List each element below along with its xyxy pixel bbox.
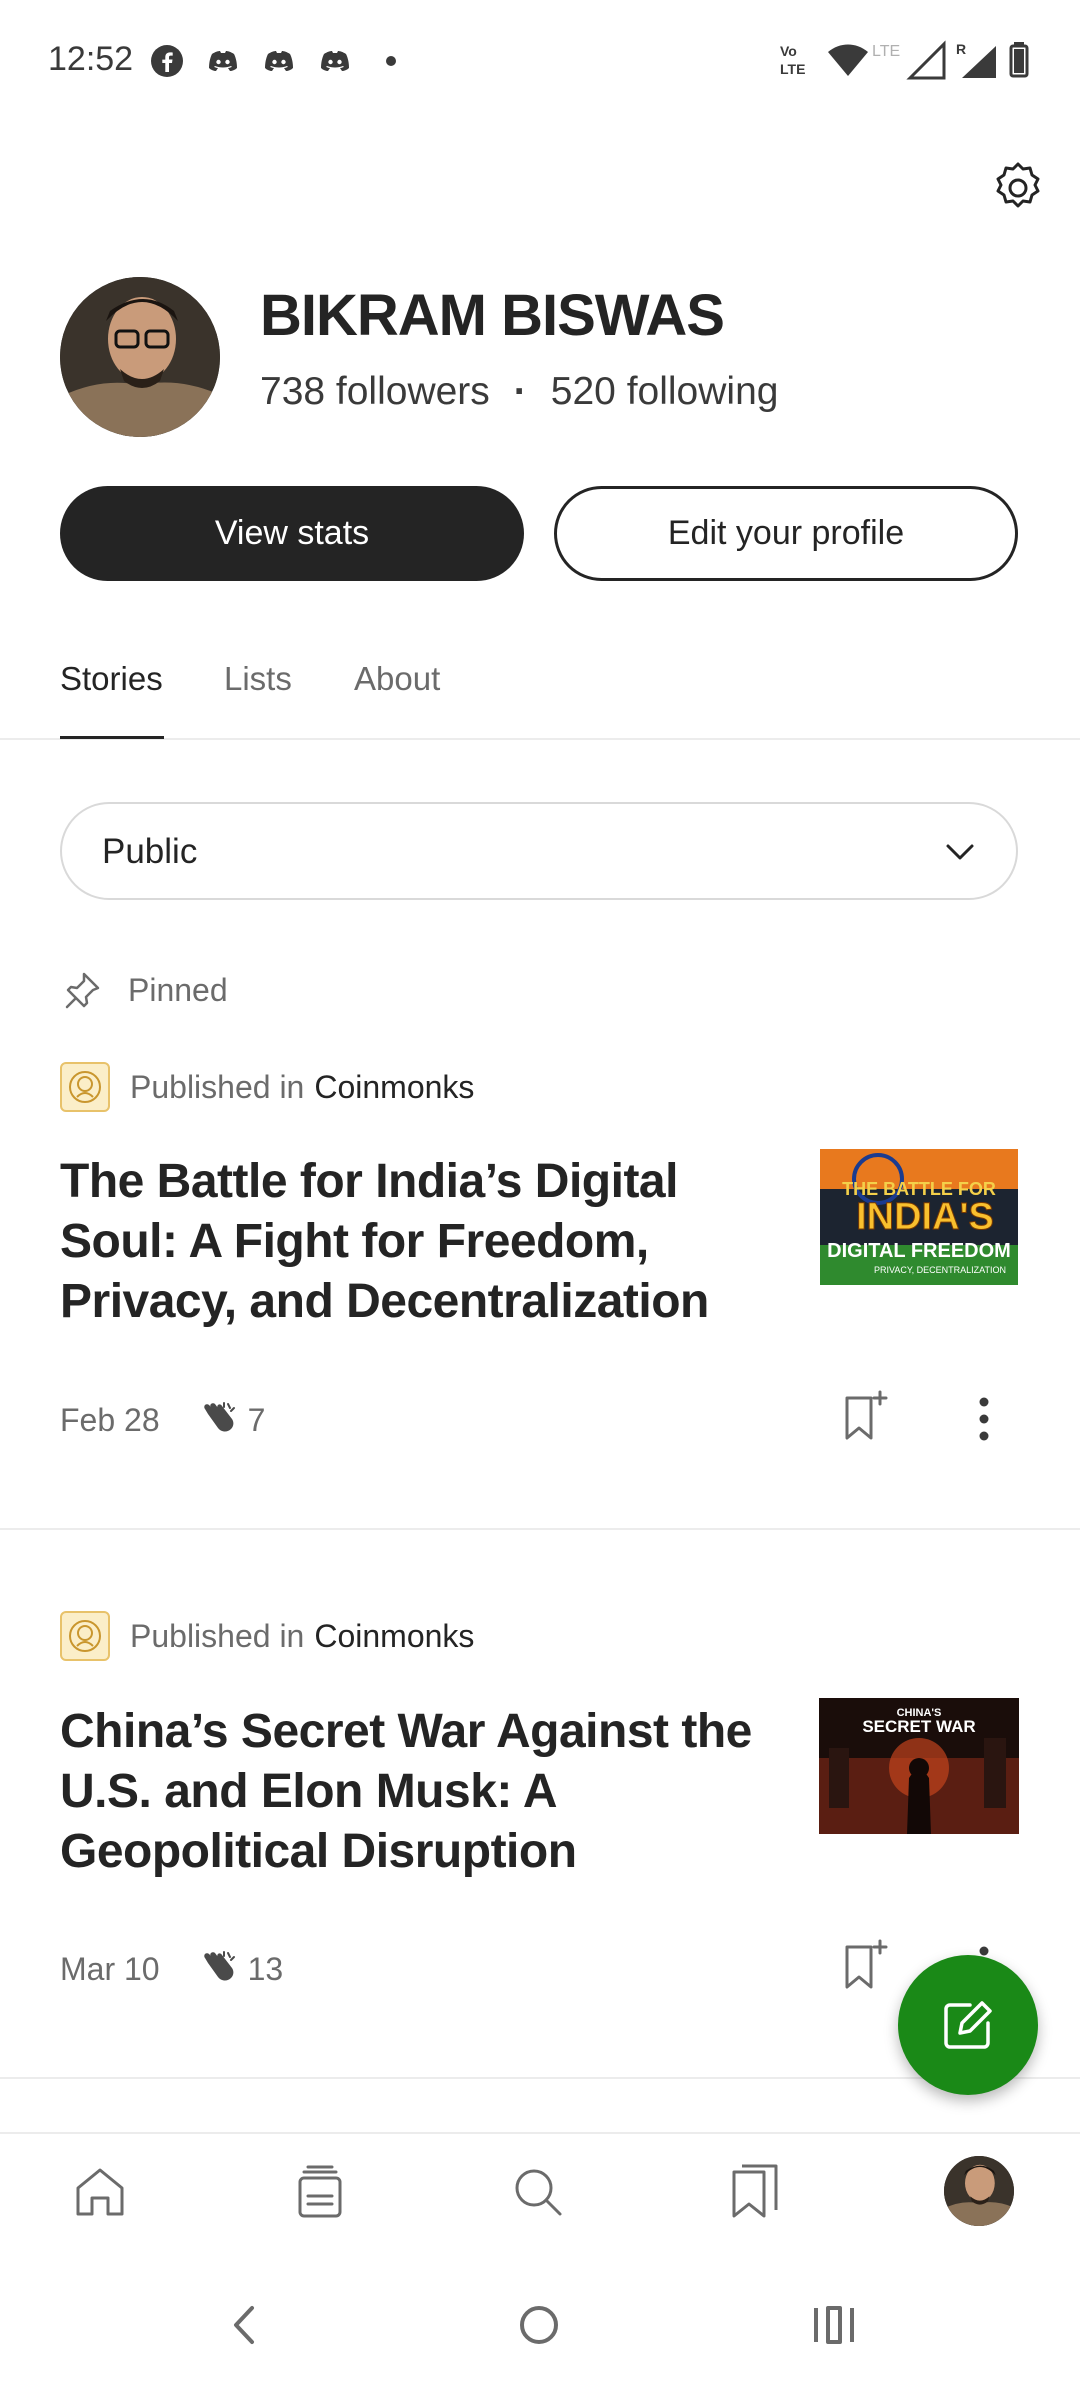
discord-icon bbox=[321, 51, 349, 71]
pin-icon bbox=[65, 972, 100, 1009]
story-divider bbox=[0, 1528, 1080, 1530]
bookmark-add-icon[interactable] bbox=[842, 1939, 890, 1991]
compose-icon bbox=[944, 2001, 992, 2049]
coinmonks-logo bbox=[60, 1062, 110, 1112]
pinned-indicator: Pinned bbox=[60, 968, 228, 1012]
following-feed-icon[interactable] bbox=[290, 2162, 350, 2222]
discord-icon bbox=[209, 51, 237, 71]
tab-lists[interactable]: Lists bbox=[224, 660, 292, 698]
profile-name: BIKRAM BISWAS bbox=[260, 283, 725, 348]
story-meta: Feb 28 7 bbox=[60, 1395, 265, 1445]
view-stats-button[interactable]: View stats bbox=[60, 486, 524, 581]
write-story-button[interactable] bbox=[898, 1955, 1038, 2095]
wifi-icon bbox=[828, 44, 868, 76]
lte-label-icon: LTE bbox=[872, 43, 900, 60]
follow-separator: · bbox=[513, 370, 527, 413]
clap-icon bbox=[203, 1951, 235, 1981]
profile-photo bbox=[60, 277, 220, 437]
story-date: Feb 28 bbox=[60, 1401, 160, 1438]
svg-text:R: R bbox=[956, 41, 966, 57]
edit-profile-button[interactable]: Edit your profile bbox=[554, 486, 1018, 581]
more-dot-icon bbox=[386, 56, 396, 66]
facebook-icon bbox=[151, 45, 183, 77]
thumb-line-2: SECRET WAR bbox=[862, 1717, 975, 1736]
tab-about[interactable]: About bbox=[354, 660, 440, 698]
status-bar: 12:52 Vo LTE LTE R bbox=[0, 0, 1080, 126]
publication-name[interactable]: Coinmonks bbox=[314, 1069, 474, 1106]
profile-photo bbox=[944, 2156, 1014, 2226]
story-publication-row[interactable]: Published in Coinmonks bbox=[60, 1610, 474, 1662]
story-date: Mar 10 bbox=[60, 1950, 160, 1987]
svg-text:LTE: LTE bbox=[780, 61, 805, 77]
bookmark-add-icon[interactable] bbox=[842, 1390, 890, 1442]
more-options-icon[interactable] bbox=[970, 1394, 998, 1444]
dropdown-value: Public bbox=[102, 832, 198, 871]
search-icon[interactable] bbox=[508, 2162, 568, 2222]
story-thumbnail[interactable]: THE BATTLE FOR INDIA'S DIGITAL FREEDOM P… bbox=[820, 1149, 1018, 1285]
svg-text:Vo: Vo bbox=[780, 43, 797, 59]
home-icon[interactable] bbox=[70, 2162, 130, 2222]
signal-empty-icon bbox=[906, 40, 946, 80]
following-count[interactable]: 520 following bbox=[551, 370, 779, 414]
recent-apps-icon[interactable] bbox=[808, 2300, 858, 2350]
system-navigation bbox=[0, 2256, 1080, 2400]
pinned-label: Pinned bbox=[128, 971, 228, 1008]
publication-name[interactable]: Coinmonks bbox=[314, 1618, 474, 1655]
battery-icon bbox=[1009, 42, 1029, 78]
story-title[interactable]: The Battle for India’s Digital Soul: A F… bbox=[60, 1152, 760, 1332]
chevron-down-icon bbox=[946, 844, 974, 860]
follow-stats: 738 followers · 520 following bbox=[260, 370, 778, 414]
signal-roaming-icon: R bbox=[956, 41, 996, 78]
active-tab-indicator bbox=[60, 736, 164, 739]
discord-icon bbox=[265, 51, 293, 71]
story-publication-row[interactable]: Published in Coinmonks bbox=[60, 1061, 474, 1113]
profile-avatar-tab[interactable] bbox=[944, 2156, 1014, 2226]
clap-count: 13 bbox=[247, 1950, 284, 1987]
status-time: 12:52 bbox=[48, 40, 134, 78]
followers-count[interactable]: 738 followers bbox=[260, 370, 490, 414]
thumb-line-3: DIGITAL FREEDOM bbox=[827, 1240, 1011, 1262]
profile-tabs: Stories Lists About bbox=[0, 640, 1080, 740]
story-thumbnail[interactable]: CHINA'S SECRET WAR bbox=[819, 1698, 1019, 1834]
volte-icon: Vo LTE bbox=[780, 43, 805, 77]
story-thumbnail-image: CHINA'S SECRET WAR bbox=[819, 1698, 1019, 1834]
visibility-dropdown[interactable]: Public bbox=[60, 802, 1018, 900]
library-icon[interactable] bbox=[726, 2162, 786, 2222]
story-divider bbox=[0, 2077, 1080, 2079]
story-title[interactable]: China’s Secret War Against the U.S. and … bbox=[60, 1702, 760, 1882]
published-in-label: Published in bbox=[130, 1617, 305, 1654]
clap-count: 7 bbox=[247, 1401, 266, 1438]
tab-stories[interactable]: Stories bbox=[60, 660, 163, 698]
svg-text:LTE: LTE bbox=[872, 43, 900, 60]
settings-gear-icon[interactable] bbox=[990, 160, 1046, 216]
published-in-label: Published in bbox=[130, 1068, 305, 1105]
profile-avatar[interactable] bbox=[60, 277, 220, 437]
thumb-line-4: PRIVACY, DECENTRALIZATION bbox=[874, 1265, 1006, 1275]
bottom-navigation bbox=[0, 2132, 1080, 2256]
story-meta: Mar 10 13 bbox=[60, 1944, 283, 1994]
clap-icon bbox=[203, 1402, 235, 1432]
story-thumbnail-image: THE BATTLE FOR INDIA'S DIGITAL FREEDOM P… bbox=[820, 1149, 1018, 1285]
coinmonks-logo bbox=[60, 1611, 110, 1661]
thumb-line-2: INDIA'S bbox=[856, 1196, 994, 1238]
back-icon[interactable] bbox=[220, 2300, 270, 2350]
home-circle-icon[interactable] bbox=[514, 2300, 564, 2350]
